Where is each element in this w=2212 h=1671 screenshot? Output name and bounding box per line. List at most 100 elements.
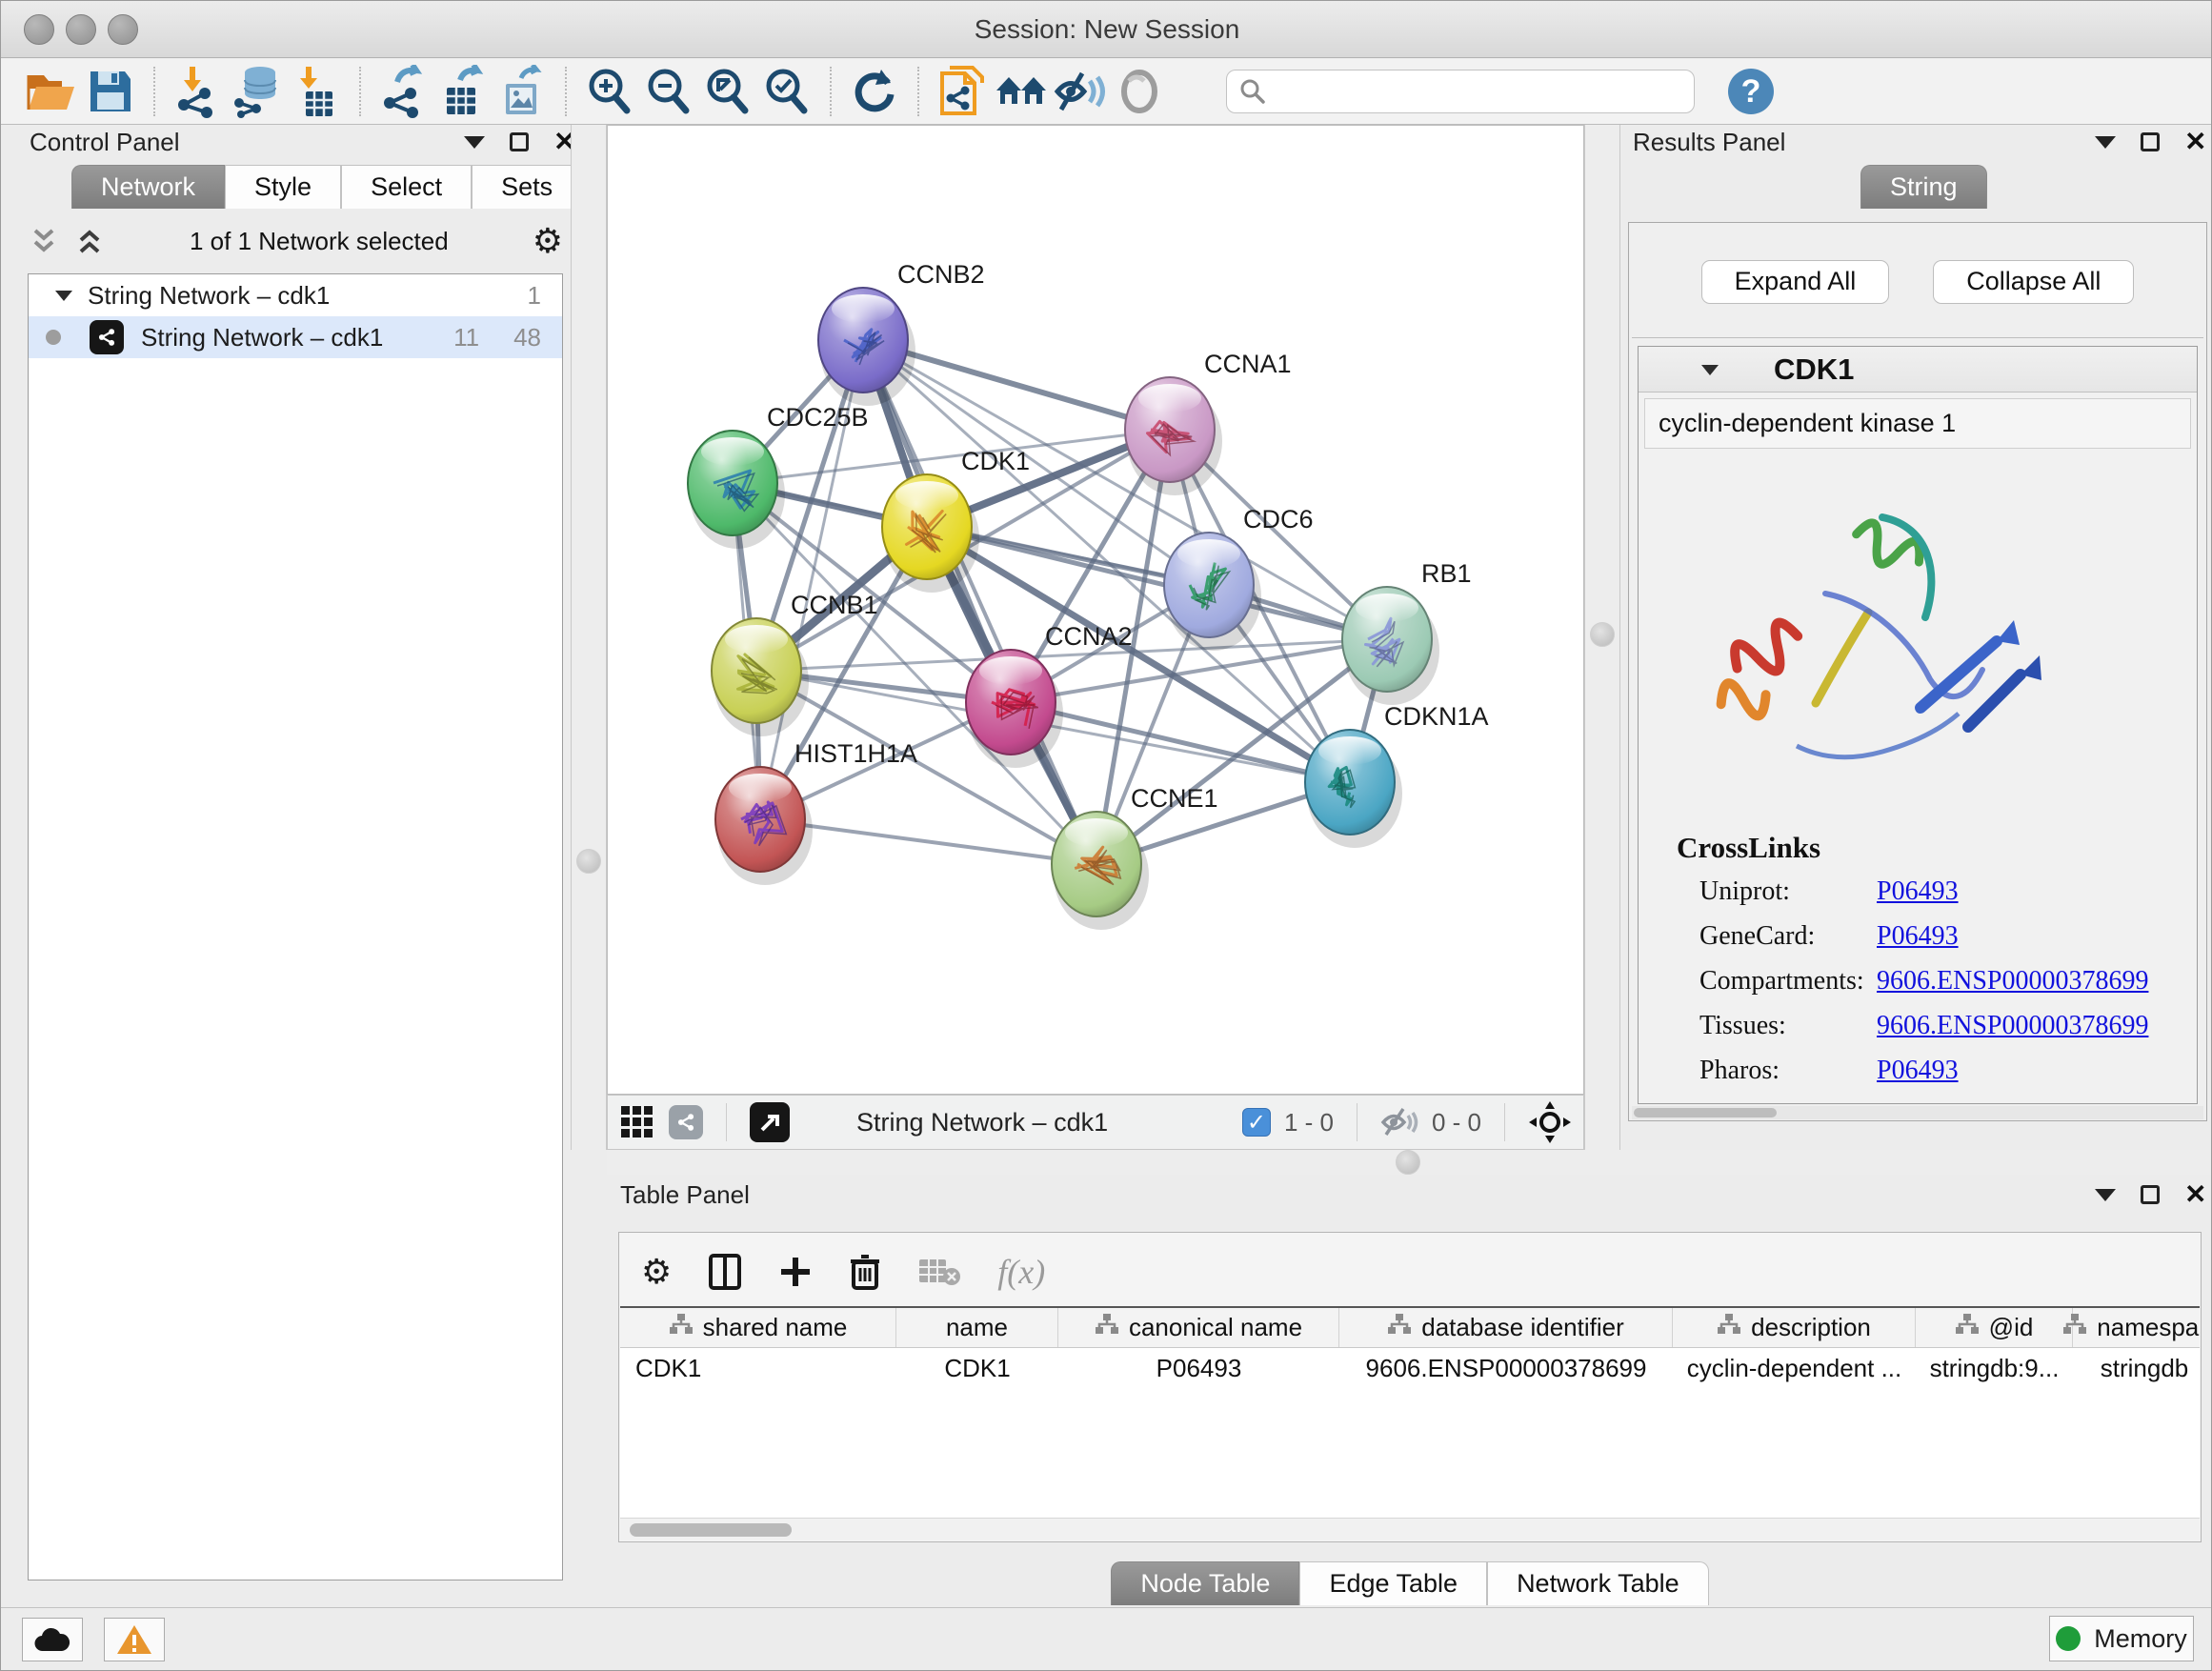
tab-sets[interactable]: Sets — [472, 165, 582, 209]
birds-eye-view-icon[interactable] — [750, 1102, 790, 1142]
help-icon[interactable]: ? — [1721, 65, 1780, 118]
network-row[interactable]: String Network – cdk1 11 48 — [29, 316, 562, 358]
table-options-gear-icon[interactable]: ⚙ — [641, 1255, 672, 1289]
protein-entry-header[interactable]: CDK1 — [1639, 347, 2197, 393]
network-edge-count: 48 — [513, 323, 541, 352]
control-panel-float-icon[interactable] — [510, 132, 529, 151]
tab-style[interactable]: Style — [225, 165, 341, 209]
share-view-icon[interactable] — [669, 1105, 703, 1139]
crosslink-link[interactable]: P06493 — [1877, 921, 1959, 952]
network-node-CDKN1A[interactable]: CDKN1A — [1305, 702, 1489, 848]
tab-string[interactable]: String — [1860, 165, 1987, 209]
homes-icon[interactable] — [992, 65, 1051, 118]
column-label: canonical name — [1129, 1313, 1302, 1342]
expand-all-button[interactable]: Expand All — [1701, 260, 1890, 304]
import-network-file-icon[interactable] — [169, 65, 228, 118]
hide-graphics-icon[interactable] — [1051, 65, 1110, 118]
tab-network[interactable]: Network — [71, 165, 225, 209]
export-image-icon[interactable] — [493, 65, 552, 118]
results-panel-menu-icon[interactable] — [2095, 136, 2116, 149]
cloud-button[interactable] — [22, 1618, 83, 1661]
network-node-CCNE1[interactable]: CCNE1 — [1052, 784, 1218, 930]
crosslink-link[interactable]: P06493 — [1877, 876, 1959, 907]
expand-all-icon[interactable] — [73, 225, 106, 257]
network-options-gear-icon[interactable]: ⚙ — [533, 224, 563, 258]
crosslink-link[interactable]: 9606.ENSP00000378699 — [1877, 1011, 2148, 1041]
tab-select[interactable]: Select — [341, 165, 472, 209]
column-tree-icon — [1717, 1313, 1741, 1342]
window-title: Session: New Session — [1, 14, 2212, 45]
column-header-database-identifier[interactable]: database identifier — [1339, 1308, 1673, 1347]
left-splitter[interactable] — [571, 125, 607, 1150]
network-file-share-icon[interactable] — [933, 65, 992, 118]
table-panel-float-icon[interactable] — [2141, 1185, 2160, 1204]
warnings-button[interactable] — [104, 1618, 165, 1661]
results-panel-float-icon[interactable] — [2141, 132, 2160, 151]
zoom-selected-icon[interactable] — [757, 65, 816, 118]
results-panel-close-icon[interactable]: ✕ — [2184, 132, 2206, 151]
table-row[interactable]: CDK1CDK1P064939606.ENSP00000378699cyclin… — [620, 1348, 2200, 1388]
zoom-out-icon[interactable] — [639, 65, 698, 118]
collapse-all-button[interactable]: Collapse All — [1933, 260, 2134, 304]
entry-expand-icon[interactable] — [1699, 361, 1720, 378]
table-hscrollbar[interactable] — [620, 1518, 2200, 1540]
collapse-all-icon[interactable] — [28, 225, 60, 257]
tab-edge-table[interactable]: Edge Table — [1299, 1561, 1487, 1605]
table-hscroll-thumb[interactable] — [630, 1523, 792, 1537]
refresh-icon[interactable] — [845, 65, 904, 118]
right-splitter-handle[interactable] — [1590, 622, 1615, 647]
network-node-CCNB2[interactable]: CCNB2 — [818, 260, 985, 406]
results-hscrollbar[interactable] — [1632, 1106, 2203, 1119]
import-table-icon[interactable] — [287, 65, 346, 118]
open-session-icon[interactable] — [22, 65, 81, 118]
column-header-name[interactable]: name — [896, 1308, 1058, 1347]
network-edge[interactable] — [927, 527, 1387, 639]
network-node-CCNB1[interactable]: CCNB1 — [712, 591, 878, 736]
column-header-description[interactable]: description — [1673, 1308, 1916, 1347]
delete-column-icon[interactable] — [849, 1253, 881, 1291]
column-header-@id[interactable]: @id — [1916, 1308, 2073, 1347]
tab-node-table[interactable]: Node Table — [1111, 1561, 1299, 1605]
hidden-eye-icon[interactable] — [1380, 1106, 1418, 1138]
network-canvas[interactable]: CCNB2CCNA1CDC25BCDK1CDC6RB1CCNB1CCNA2CDK… — [607, 125, 1584, 1095]
zoom-fit-icon[interactable] — [698, 65, 757, 118]
tab-network-table[interactable]: Network Table — [1487, 1561, 1709, 1605]
table-panel-close-icon[interactable]: ✕ — [2184, 1185, 2206, 1204]
import-network-database-icon[interactable] — [228, 65, 287, 118]
table-panel-menu-icon[interactable] — [2095, 1189, 2116, 1201]
node-label: RB1 — [1421, 559, 1472, 588]
show-columns-icon[interactable] — [708, 1253, 742, 1291]
memory-status-dot-icon — [2056, 1626, 2081, 1651]
selected-checkbox-icon[interactable]: ✓ — [1242, 1108, 1271, 1137]
export-table-icon[interactable] — [433, 65, 493, 118]
left-splitter-handle[interactable] — [576, 849, 601, 874]
grid-view-icon[interactable] — [619, 1104, 655, 1140]
search-input[interactable] — [1267, 77, 1682, 106]
network-node-CDC25B[interactable]: CDC25B — [688, 403, 869, 549]
results-hscroll-thumb[interactable] — [1634, 1108, 1777, 1117]
crosslink-label: Tissues: — [1699, 1011, 1877, 1041]
fit-content-crosshair-icon[interactable] — [1528, 1100, 1572, 1144]
network-node-RB1[interactable]: RB1 — [1342, 559, 1472, 705]
crosslink-link[interactable]: P06493 — [1877, 1056, 1959, 1086]
memory-button[interactable]: Memory — [2049, 1616, 2194, 1661]
column-header-namespace[interactable]: namespace — [2073, 1308, 2200, 1347]
network-node-CDC6[interactable]: CDC6 — [1164, 505, 1314, 651]
crosslink-link[interactable]: 9606.ENSP00000378699 — [1877, 966, 2148, 997]
collection-expand-icon[interactable] — [53, 287, 74, 304]
network-node-CCNA2[interactable]: CCNA2 — [966, 622, 1133, 768]
network-collection-row[interactable]: String Network – cdk1 1 — [29, 274, 562, 316]
column-header-shared-name[interactable]: shared name — [620, 1308, 896, 1347]
network-node-CCNA1[interactable]: CCNA1 — [1125, 350, 1292, 495]
save-session-icon[interactable] — [81, 65, 140, 118]
export-network-icon[interactable] — [374, 65, 433, 118]
zoom-in-icon[interactable] — [580, 65, 639, 118]
control-panel-menu-icon[interactable] — [464, 136, 485, 149]
column-header-canonical-name[interactable]: canonical name — [1058, 1308, 1339, 1347]
network-edge[interactable] — [863, 340, 1096, 864]
show-graphics-icon[interactable] — [1110, 65, 1169, 118]
bottom-splitter-handle[interactable] — [1396, 1150, 1420, 1175]
network-node-HIST1H1A[interactable]: HIST1H1A — [715, 739, 917, 885]
add-column-icon[interactable] — [778, 1255, 813, 1289]
crosslink-label: GeneCard: — [1699, 921, 1877, 952]
